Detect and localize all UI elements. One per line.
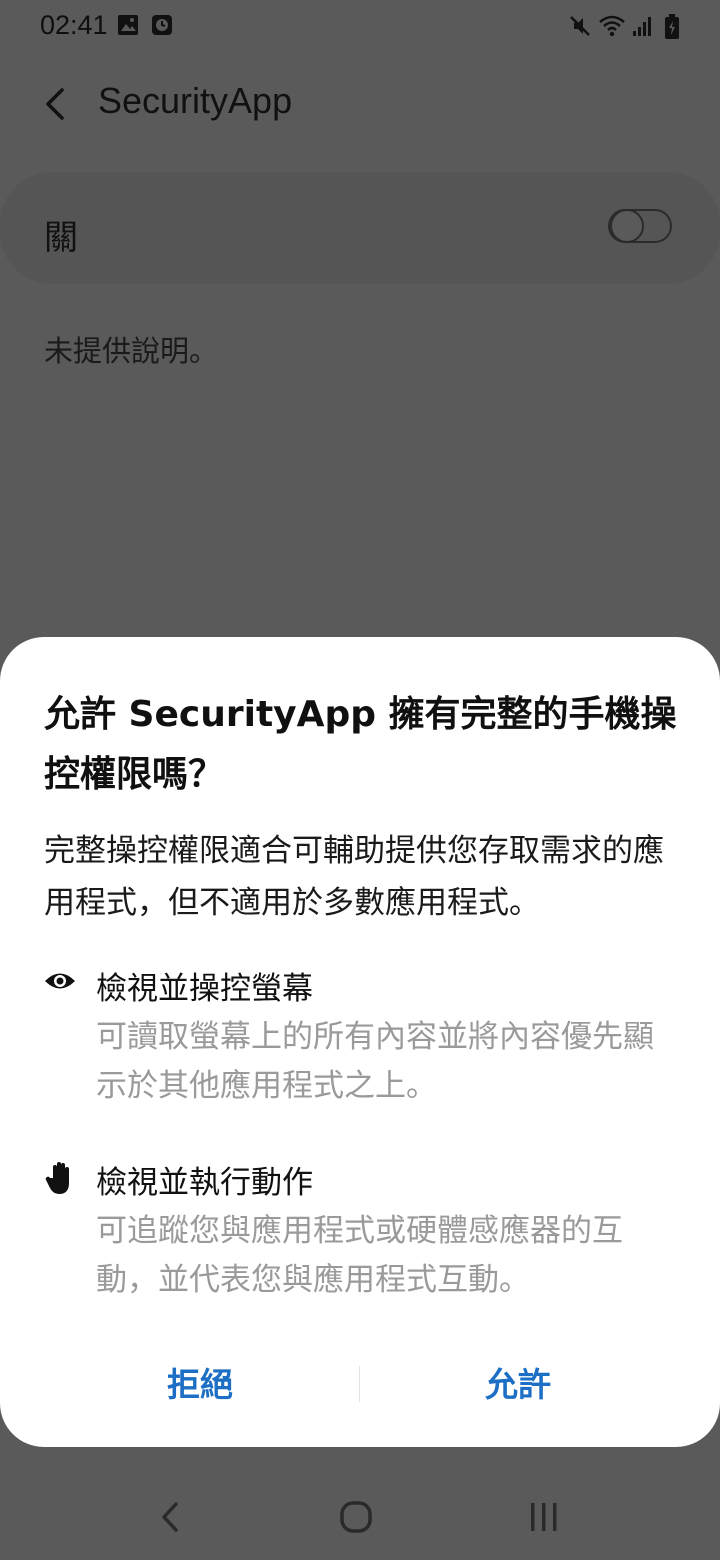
permission-title: 檢視並操控螢幕 [96,971,313,1007]
hand-icon [45,1162,69,1194]
deny-button[interactable]: 拒絕 [50,1352,350,1416]
permission-dialog: 允許 SecurityApp 擁有完整的手機操控權限嗎？ 完整操控權限適合可輔助… [0,637,720,1447]
eye-icon [45,973,75,989]
allow-button[interactable]: 允許 [368,1352,668,1416]
permission-description: 可追蹤您與應用程式或硬體感應器的互動，並代表您與應用程式互動。 [96,1213,623,1298]
nav-home-icon[interactable] [326,1492,386,1542]
toggle-switch[interactable] [608,209,672,243]
wifi-icon [599,15,625,37]
clock-icon [152,15,172,35]
master-toggle-row[interactable]: 關 [0,172,720,284]
button-divider [359,1366,360,1402]
mute-icon [570,16,590,36]
nav-back-icon[interactable] [140,1492,200,1542]
permission-title: 檢視並執行動作 [96,1165,313,1201]
permission-description: 可讀取螢幕上的所有內容並將內容優先顯示於其他應用程式之上。 [96,1019,654,1104]
toggle-knob [610,209,644,243]
back-arrow-icon[interactable] [40,82,80,126]
battery-icon [665,14,679,39]
page-title: SecurityApp [98,80,293,121]
signal-icon [633,17,651,36]
image-icon [118,15,138,35]
navigation-bar [0,1470,720,1560]
status-bar: 02:41 [0,0,720,52]
dialog-body: 完整操控權限適合可輔助提供您存取需求的應用程式，但不適用於多數應用程式。 [44,833,664,921]
nav-recents-icon[interactable] [514,1492,574,1542]
dialog-actions: 拒絕 允許 [0,1352,720,1416]
status-time: 02:41 [40,10,108,40]
description-text: 未提供說明。 [44,334,219,368]
dialog-title: 允許 SecurityApp 擁有完整的手機操控權限嗎？ [44,694,677,795]
toggle-label: 關 [44,218,78,258]
